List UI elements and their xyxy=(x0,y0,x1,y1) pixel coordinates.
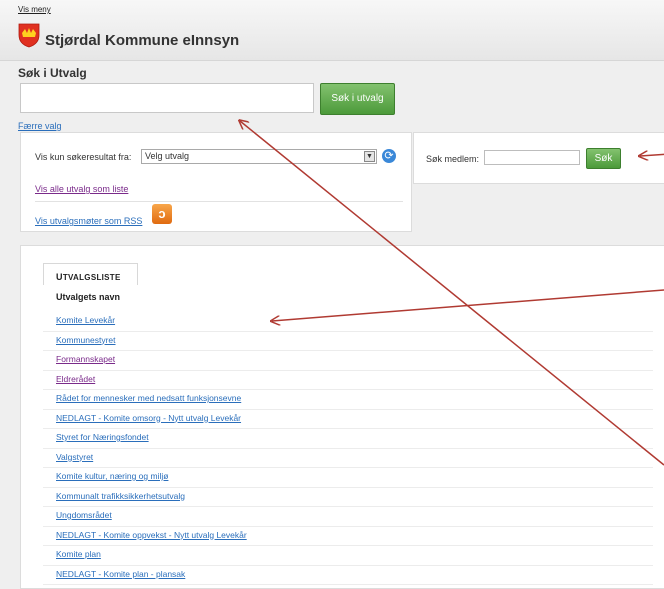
column-header: Utvalgets navn xyxy=(56,292,121,302)
filter-label: Vis kun søkeresultat fra: xyxy=(35,152,132,162)
list-item: Valgstyret xyxy=(43,448,653,468)
fewer-options-link[interactable]: Færre valg xyxy=(18,121,62,131)
committee-link[interactable]: NEDLAGT - Komite omsorg - Nytt utvalg Le… xyxy=(56,413,241,423)
committee-link[interactable]: Komite plan xyxy=(56,549,101,559)
coat-of-arms-icon xyxy=(18,23,40,48)
show-all-committees-link[interactable]: Vis alle utvalg som liste xyxy=(35,184,128,194)
list-item: Eldrerådet xyxy=(43,370,653,390)
committee-link[interactable]: Styret for Næringsfondet xyxy=(56,432,149,442)
committee-link[interactable]: Kommunalt trafikksikkerhetsutvalg xyxy=(56,491,185,501)
chevron-down-icon[interactable]: ▼ xyxy=(364,151,375,162)
list-item: Komite kultur, næring og miljø xyxy=(43,467,653,488)
tab-label: UTVALGSLISTE xyxy=(56,272,121,282)
committee-link[interactable]: NEDLAGT - Komite oppvekst - Nytt utvalg … xyxy=(56,530,247,540)
list-item: Ungdomsrådet xyxy=(43,506,653,527)
search-button[interactable]: Søk i utvalg xyxy=(320,83,395,115)
list-item: Formannskapet xyxy=(43,350,653,371)
committee-select[interactable]: Velg utvalg ▼ xyxy=(141,149,377,164)
committee-link[interactable]: Eldrerådet xyxy=(56,374,95,384)
member-search-panel: Søk medlem: Søk xyxy=(413,132,664,184)
list-item: Komite plan xyxy=(43,545,653,566)
committee-link[interactable]: Formannskapet xyxy=(56,354,115,364)
list-item: NEDLAGT - Komite plan - plansak xyxy=(43,565,653,585)
committee-link[interactable]: Rådet for mennesker med nedsatt funksjon… xyxy=(56,393,241,403)
member-search-label: Søk medlem: xyxy=(426,154,480,164)
rss-icon[interactable]: ↄ xyxy=(152,204,172,224)
filter-panel: Vis kun søkeresultat fra: Velg utvalg ▼ … xyxy=(20,132,412,232)
member-search-button[interactable]: Søk xyxy=(586,148,621,169)
tab-committee-list[interactable]: UTVALGSLISTE xyxy=(43,263,138,285)
list-item: NEDLAGT - Komite oppvekst - Nytt utvalg … xyxy=(43,526,653,546)
committee-link[interactable]: Komite kultur, næring og miljø xyxy=(56,471,168,481)
list-item: Kommunalt trafikksikkerhetsutvalg xyxy=(43,487,653,507)
member-search-input[interactable] xyxy=(484,150,580,165)
tab-label-rest: TVALGSLISTE xyxy=(62,273,121,282)
app-title: Stjørdal Kommune eInnsyn xyxy=(45,32,240,49)
committee-list-panel: UTVALGSLISTE Utvalgets navn Komite Levek… xyxy=(20,245,664,589)
committee-link[interactable]: Valgstyret xyxy=(56,452,93,462)
list-item: Kommunestyret xyxy=(43,331,653,351)
show-menu-link[interactable]: Vis meny xyxy=(18,5,51,14)
committee-link[interactable]: Ungdomsrådet xyxy=(56,510,112,520)
list-item: NEDLAGT - Komite omsorg - Nytt utvalg Le… xyxy=(43,409,653,429)
search-title: Søk i Utvalg xyxy=(18,66,87,80)
list-item: Styret for Næringsfondet xyxy=(43,428,653,449)
committee-link[interactable]: NEDLAGT - Komite plan - plansak xyxy=(56,569,185,579)
tab-label-initial: U xyxy=(56,272,63,282)
committee-select-value: Velg utvalg xyxy=(145,151,190,161)
header: Vis meny Stjørdal Kommune eInnsyn xyxy=(0,0,664,61)
divider xyxy=(35,201,403,202)
rss-link[interactable]: Vis utvalgsmøter som RSS xyxy=(35,216,142,226)
list-item: Rådet for mennesker med nedsatt funksjon… xyxy=(43,389,653,410)
committee-link[interactable]: Komite Levekår xyxy=(56,315,115,325)
search-input[interactable] xyxy=(20,83,314,113)
refresh-icon[interactable]: ⟳ xyxy=(382,149,396,163)
committee-link[interactable]: Kommunestyret xyxy=(56,335,116,345)
list-item: Komite Levekår xyxy=(43,311,653,332)
